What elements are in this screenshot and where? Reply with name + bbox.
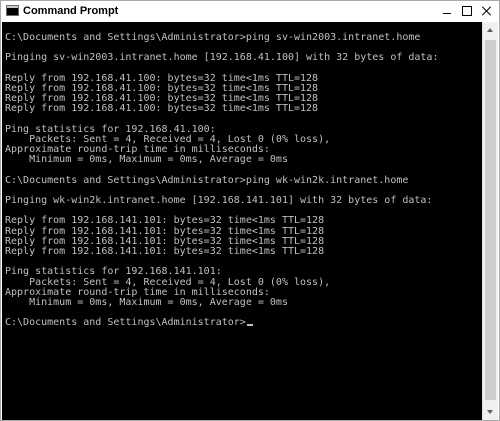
prompt-text: C:\Documents and Settings\Administrator> [5,317,246,329]
console-line: Pinging sv-win2003.intranet.home [192.16… [5,52,439,64]
command-prompt-line[interactable]: C:\Documents and Settings\Administrator> [2,318,438,328]
console-line: Reply from 192.168.41.100: bytes=32 time… [5,103,319,115]
text-cursor [246,324,253,327]
scroll-thumb[interactable] [485,40,496,400]
minimize-icon[interactable] [441,5,453,17]
scroll-down-arrow-icon[interactable] [483,404,498,420]
cmd-icon[interactable] [6,5,19,16]
console-line: Ping statistics for 192.168.141.101: [5,266,222,278]
scroll-up-arrow-icon[interactable] [483,22,498,38]
console-line: Minimum = 0ms, Maximum = 0ms, Average = … [5,296,288,308]
console-output[interactable]: C:\Documents and Settings\Administrator>… [2,22,484,420]
console-line: Reply from 192.168.141.101: bytes=32 tim… [5,245,325,257]
window-controls [441,3,493,19]
window-title: Command Prompt [23,5,119,17]
title-bar[interactable]: Command Prompt [1,1,499,21]
console-line: Pinging wk-win2k.intranet.home [192.168.… [5,195,433,206]
console-lines: C:\Documents and Settings\Administrator>… [2,32,439,328]
close-icon[interactable] [481,5,493,17]
maximize-icon[interactable] [461,5,473,17]
command-prompt-window: Command Prompt C:\Documents and Settings… [0,0,500,421]
vertical-scrollbar[interactable] [482,22,498,420]
console-line: Minimum = 0ms, Maximum = 0ms, Average = … [5,154,288,166]
console-line: C:\Documents and Settings\Administrator>… [5,32,421,43]
console-line: C:\Documents and Settings\Administrator>… [5,174,409,186]
